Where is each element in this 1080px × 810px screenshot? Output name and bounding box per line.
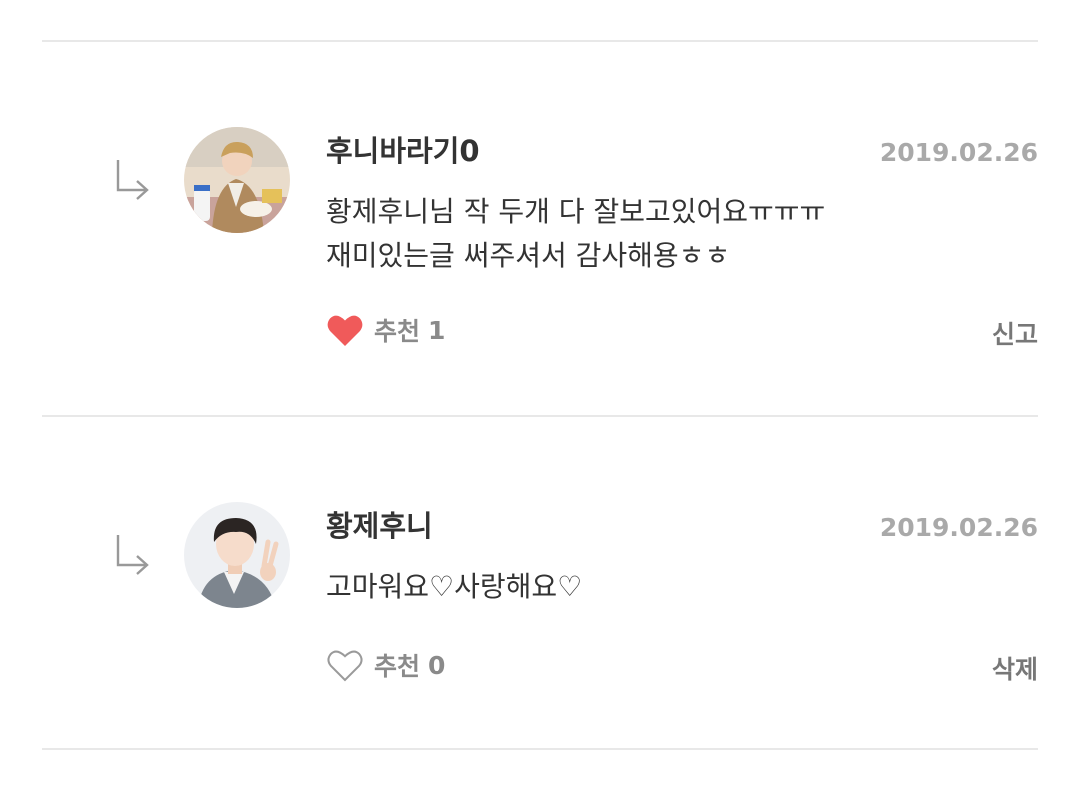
like-label: 추천 — [374, 652, 421, 681]
comment-body-line: 고마워요♡사랑해요♡ — [326, 570, 583, 603]
avatar[interactable] — [184, 502, 290, 608]
comment-author[interactable]: 황제후니 — [326, 503, 433, 545]
comment-body-line: 황제후니님 작 두개 다 잘보고있어요ㅠㅠㅠ — [326, 195, 826, 228]
like-label: 추천 — [374, 317, 421, 346]
like-count: 0 — [428, 650, 446, 680]
delete-button[interactable]: 삭제 — [992, 650, 1038, 686]
like-button[interactable]: 추천 1 — [326, 310, 445, 350]
comment-date: 2019.02.26 — [879, 513, 1038, 542]
reply-arrow-icon — [116, 535, 149, 575]
comment-body: 황제후니님 작 두개 다 잘보고있어요ㅠㅠㅠ 재미있는글 써주셔서 감사해용ㅎㅎ — [326, 190, 825, 278]
bottom-divider — [42, 748, 1038, 750]
reply-arrow-icon — [116, 160, 149, 200]
like-button[interactable]: 추천 0 — [326, 645, 445, 685]
comment-item: 황제후니 2019.02.26 고마워요♡사랑해요♡ 추천 0 삭제 — [0, 417, 1080, 791]
heart-outline-icon — [327, 650, 363, 682]
comment-body-line: 재미있는글 써주셔서 감사해용ㅎㅎ — [326, 239, 731, 272]
heart-filled-icon — [327, 315, 363, 346]
comment-author[interactable]: 후니바라기0 — [326, 128, 480, 170]
avatar[interactable] — [184, 127, 290, 233]
report-button[interactable]: 신고 — [992, 315, 1038, 351]
comment-body: 고마워요♡사랑해요♡ — [326, 565, 582, 609]
like-count: 1 — [428, 315, 446, 345]
comment-date: 2019.02.26 — [879, 138, 1038, 167]
comment-item: 후니바라기0 2019.02.26 황제후니님 작 두개 다 잘보고있어요ㅠㅠㅠ… — [0, 42, 1080, 416]
